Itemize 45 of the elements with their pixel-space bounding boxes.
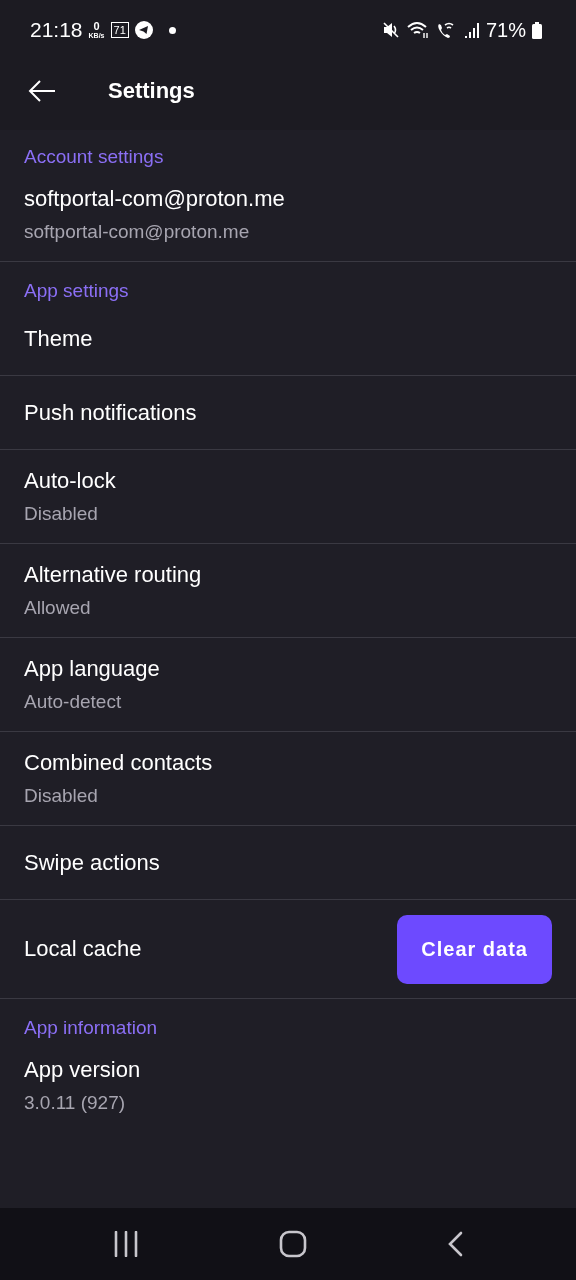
- signal-icon: [463, 21, 480, 39]
- settings-item[interactable]: Theme: [0, 302, 576, 376]
- settings-item[interactable]: App language Auto-detect: [0, 638, 576, 732]
- recent-apps-icon[interactable]: [113, 1231, 139, 1257]
- settings-item[interactable]: Auto-lock Disabled: [0, 450, 576, 544]
- screen-title: Settings: [108, 78, 195, 104]
- item-value: Allowed: [24, 597, 92, 619]
- network-speed-value: 0: [93, 21, 100, 32]
- back-icon[interactable]: [447, 1231, 463, 1257]
- wifi-icon: [405, 21, 430, 39]
- item-title: Push notifications: [24, 399, 197, 426]
- item-value: Auto-detect: [24, 691, 123, 713]
- settings-item[interactable]: softportal-com@proton.me softportal-com@proton.me: [0, 168, 576, 262]
- settings-item[interactable]: Combined contacts Disabled: [0, 732, 576, 826]
- item-title: App version: [24, 1057, 141, 1083]
- settings-item[interactable]: App version 3.0.11 (927): [0, 1039, 576, 1132]
- item-title: Theme: [24, 325, 93, 352]
- item-value: softportal-com@proton.me: [24, 221, 251, 243]
- settings-item[interactable]: Alternative routing Allowed: [0, 544, 576, 638]
- section-header: App settings: [23, 279, 130, 302]
- paper-plane-icon: [134, 21, 153, 39]
- item-title: Local cache: [24, 936, 142, 962]
- settings-item[interactable]: Local cache Clear data: [0, 900, 576, 999]
- item-title: Auto-lock: [24, 468, 116, 494]
- item-title: Alternative routing: [24, 562, 202, 588]
- section-header: Account settings: [23, 145, 165, 168]
- mute-icon: [381, 21, 400, 39]
- back-arrow-icon: [28, 80, 56, 102]
- clear-data-button[interactable]: Clear data: [397, 914, 552, 984]
- item-title: Swipe actions: [24, 849, 160, 876]
- status-time: 21:18: [30, 18, 83, 42]
- item-title: Combined contacts: [24, 750, 213, 776]
- battery-icon: [532, 21, 542, 39]
- home-icon[interactable]: [279, 1230, 307, 1258]
- item-value: Disabled: [24, 785, 99, 807]
- battery-percent: 71%: [485, 18, 526, 42]
- settings-item[interactable]: Push notifications: [0, 376, 576, 450]
- item-title: softportal-com@proton.me: [24, 186, 285, 212]
- dot-icon: [168, 26, 176, 34]
- section-header: App information: [23, 1016, 159, 1039]
- item-value: Disabled: [24, 503, 99, 525]
- notification-badge: 71: [110, 22, 129, 38]
- item-value: 3.0.11 (927): [24, 1092, 127, 1114]
- item-title: App language: [24, 656, 160, 682]
- settings-item[interactable]: Swipe actions: [0, 826, 576, 900]
